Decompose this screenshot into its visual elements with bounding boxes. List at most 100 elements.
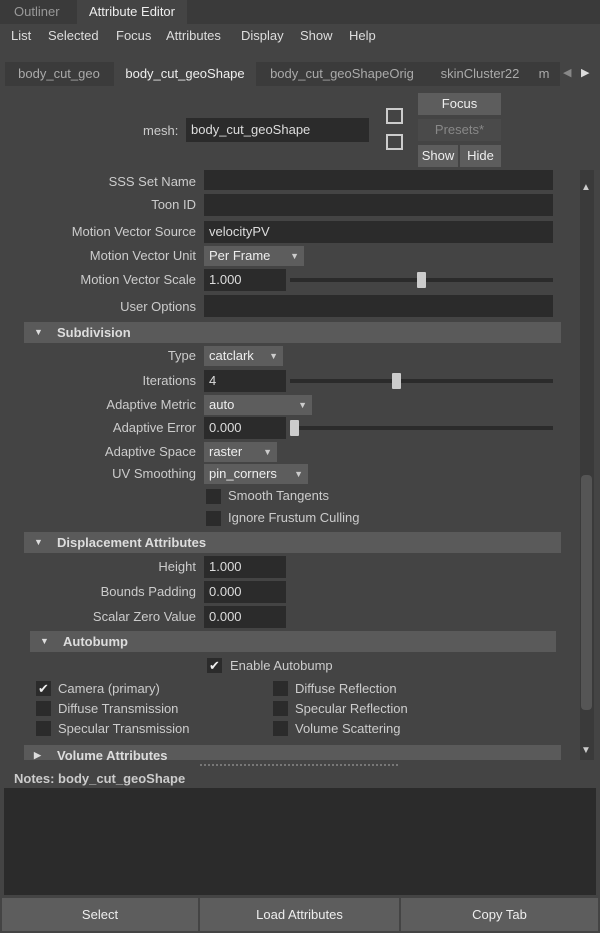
copy-tab-button[interactable]: Copy Tab bbox=[401, 898, 598, 931]
user-options-field[interactable] bbox=[204, 295, 553, 317]
iterations-slider[interactable] bbox=[290, 379, 553, 383]
load-attributes-button[interactable]: Load Attributes bbox=[200, 898, 399, 931]
attribute-scroll-area: SSS Set Name Toon ID Motion Vector Sourc… bbox=[0, 170, 600, 760]
load-input-icon[interactable] bbox=[386, 108, 403, 124]
uv-smoothing-label: UV Smoothing bbox=[112, 466, 196, 481]
adaptive-space-dropdown[interactable]: raster ▼ bbox=[204, 442, 277, 462]
section-volume[interactable]: ▶ Volume Attributes bbox=[24, 745, 561, 760]
section-title: Autobump bbox=[63, 634, 128, 649]
user-options-label: User Options bbox=[120, 299, 196, 314]
tab-scroll-left-icon[interactable]: ◀ bbox=[563, 66, 571, 79]
mv-unit-dropdown[interactable]: Per Frame ▼ bbox=[204, 246, 304, 266]
bounds-padding-field[interactable]: 0.000 bbox=[204, 581, 286, 603]
uv-smoothing-value: pin_corners bbox=[209, 466, 277, 481]
mesh-name-field[interactable]: body_cut_geoShape bbox=[186, 118, 369, 142]
specular-reflection-checkbox[interactable] bbox=[273, 701, 288, 716]
ignore-frustum-checkbox[interactable] bbox=[206, 511, 221, 526]
adaptive-metric-label: Adaptive Metric bbox=[106, 397, 196, 412]
section-title: Volume Attributes bbox=[57, 748, 168, 760]
tab-outliner[interactable]: Outliner bbox=[2, 0, 72, 24]
collapse-triangle-icon: ▼ bbox=[40, 636, 49, 646]
toon-id-label: Toon ID bbox=[151, 197, 196, 212]
node-tab-body-cut-geoshape[interactable]: body_cut_geoShape bbox=[114, 62, 256, 86]
menu-show[interactable]: Show bbox=[300, 26, 333, 46]
collapse-triangle-icon: ▼ bbox=[34, 537, 43, 547]
mv-scale-field[interactable]: 1.000 bbox=[204, 269, 286, 291]
notes-label: Notes: body_cut_geoShape bbox=[14, 771, 186, 786]
mv-source-label: Motion Vector Source bbox=[71, 224, 196, 239]
menu-help[interactable]: Help bbox=[349, 26, 376, 46]
volume-scattering-label: Volume Scattering bbox=[295, 721, 401, 736]
chevron-down-icon: ▼ bbox=[294, 469, 303, 479]
mv-unit-value: Per Frame bbox=[209, 248, 271, 263]
node-tab-more[interactable]: m bbox=[533, 62, 555, 86]
section-subdivision[interactable]: ▼ Subdivision bbox=[24, 322, 561, 343]
diffuse-transmission-label: Diffuse Transmission bbox=[58, 701, 179, 716]
node-tab-body-cut-geo[interactable]: body_cut_geo bbox=[5, 62, 113, 86]
camera-label: Camera (primary) bbox=[58, 681, 160, 696]
menu-focus[interactable]: Focus bbox=[116, 26, 151, 46]
adaptive-error-slider[interactable] bbox=[290, 426, 553, 430]
diffuse-transmission-checkbox[interactable] bbox=[36, 701, 51, 716]
enable-autobump-checkbox[interactable]: ✔ bbox=[207, 658, 222, 673]
menu-attributes[interactable]: Attributes bbox=[166, 26, 221, 46]
toon-id-field[interactable] bbox=[204, 194, 553, 216]
mv-scale-label: Motion Vector Scale bbox=[80, 272, 196, 287]
smooth-tangents-label: Smooth Tangents bbox=[228, 488, 329, 503]
node-tab-body-cut-geoshapeorig[interactable]: body_cut_geoShapeOrig bbox=[257, 62, 427, 86]
node-tab-skincluster22[interactable]: skinCluster22 bbox=[428, 62, 532, 86]
uv-smoothing-dropdown[interactable]: pin_corners ▼ bbox=[204, 464, 308, 484]
tab-attribute-editor[interactable]: Attribute Editor bbox=[77, 0, 187, 24]
mv-scale-slider-handle[interactable] bbox=[417, 272, 426, 288]
scroll-up-icon[interactable]: ▲ bbox=[581, 182, 591, 193]
notes-textarea[interactable] bbox=[4, 788, 596, 895]
focus-button[interactable]: Focus bbox=[418, 93, 501, 115]
show-button[interactable]: Show bbox=[418, 145, 458, 167]
height-label: Height bbox=[158, 559, 196, 574]
ignore-frustum-label: Ignore Frustum Culling bbox=[228, 510, 360, 525]
tab-scroll-right-icon[interactable]: ▶ bbox=[581, 66, 589, 79]
splitter-handle[interactable] bbox=[200, 764, 398, 766]
sss-set-name-label: SSS Set Name bbox=[108, 174, 196, 189]
select-button[interactable]: Select bbox=[2, 898, 198, 931]
adaptive-space-value: raster bbox=[209, 444, 243, 459]
scalar-zero-field[interactable]: 0.000 bbox=[204, 606, 286, 628]
chevron-down-icon: ▼ bbox=[269, 351, 278, 361]
hide-button[interactable]: Hide bbox=[460, 145, 501, 167]
mesh-label: mesh: bbox=[143, 123, 179, 138]
specular-transmission-checkbox[interactable] bbox=[36, 721, 51, 736]
adaptive-metric-dropdown[interactable]: auto ▼ bbox=[204, 395, 312, 415]
scrollbar-thumb[interactable] bbox=[581, 475, 592, 710]
expand-triangle-icon: ▶ bbox=[34, 750, 41, 760]
iterations-field[interactable]: 4 bbox=[204, 370, 286, 392]
menu-selected[interactable]: Selected bbox=[48, 26, 99, 46]
mv-source-field[interactable]: velocityPV bbox=[204, 221, 553, 243]
type-value: catclark bbox=[209, 348, 254, 363]
smooth-tangents-checkbox[interactable] bbox=[206, 489, 221, 504]
adaptive-error-label: Adaptive Error bbox=[112, 420, 196, 435]
iterations-label: Iterations bbox=[142, 373, 196, 388]
iterations-slider-handle[interactable] bbox=[391, 373, 401, 389]
menu-list[interactable]: List bbox=[11, 26, 31, 46]
menu-display[interactable]: Display bbox=[241, 26, 284, 46]
scalar-zero-label: Scalar Zero Value bbox=[92, 609, 196, 624]
sss-set-name-field[interactable] bbox=[204, 170, 553, 190]
camera-checkbox[interactable]: ✔ bbox=[36, 681, 51, 696]
height-field[interactable]: 1.000 bbox=[204, 556, 286, 578]
section-title: Displacement Attributes bbox=[57, 535, 207, 550]
adaptive-error-slider-handle[interactable] bbox=[290, 420, 299, 436]
diffuse-reflection-checkbox[interactable] bbox=[273, 681, 288, 696]
scroll-down-icon[interactable]: ▼ bbox=[581, 745, 591, 756]
chevron-down-icon: ▼ bbox=[263, 447, 272, 457]
diffuse-reflection-label: Diffuse Reflection bbox=[295, 681, 397, 696]
load-output-icon[interactable] bbox=[386, 134, 403, 150]
type-dropdown[interactable]: catclark ▼ bbox=[204, 346, 283, 366]
adaptive-error-field[interactable]: 0.000 bbox=[204, 417, 286, 439]
section-autobump[interactable]: ▼ Autobump bbox=[30, 631, 556, 652]
chevron-down-icon: ▼ bbox=[290, 251, 299, 261]
presets-button[interactable]: Presets* bbox=[418, 119, 501, 141]
bounds-padding-label: Bounds Padding bbox=[100, 584, 196, 599]
volume-scattering-checkbox[interactable] bbox=[273, 721, 288, 736]
mv-unit-label: Motion Vector Unit bbox=[89, 248, 196, 263]
section-displacement[interactable]: ▼ Displacement Attributes bbox=[24, 532, 561, 553]
